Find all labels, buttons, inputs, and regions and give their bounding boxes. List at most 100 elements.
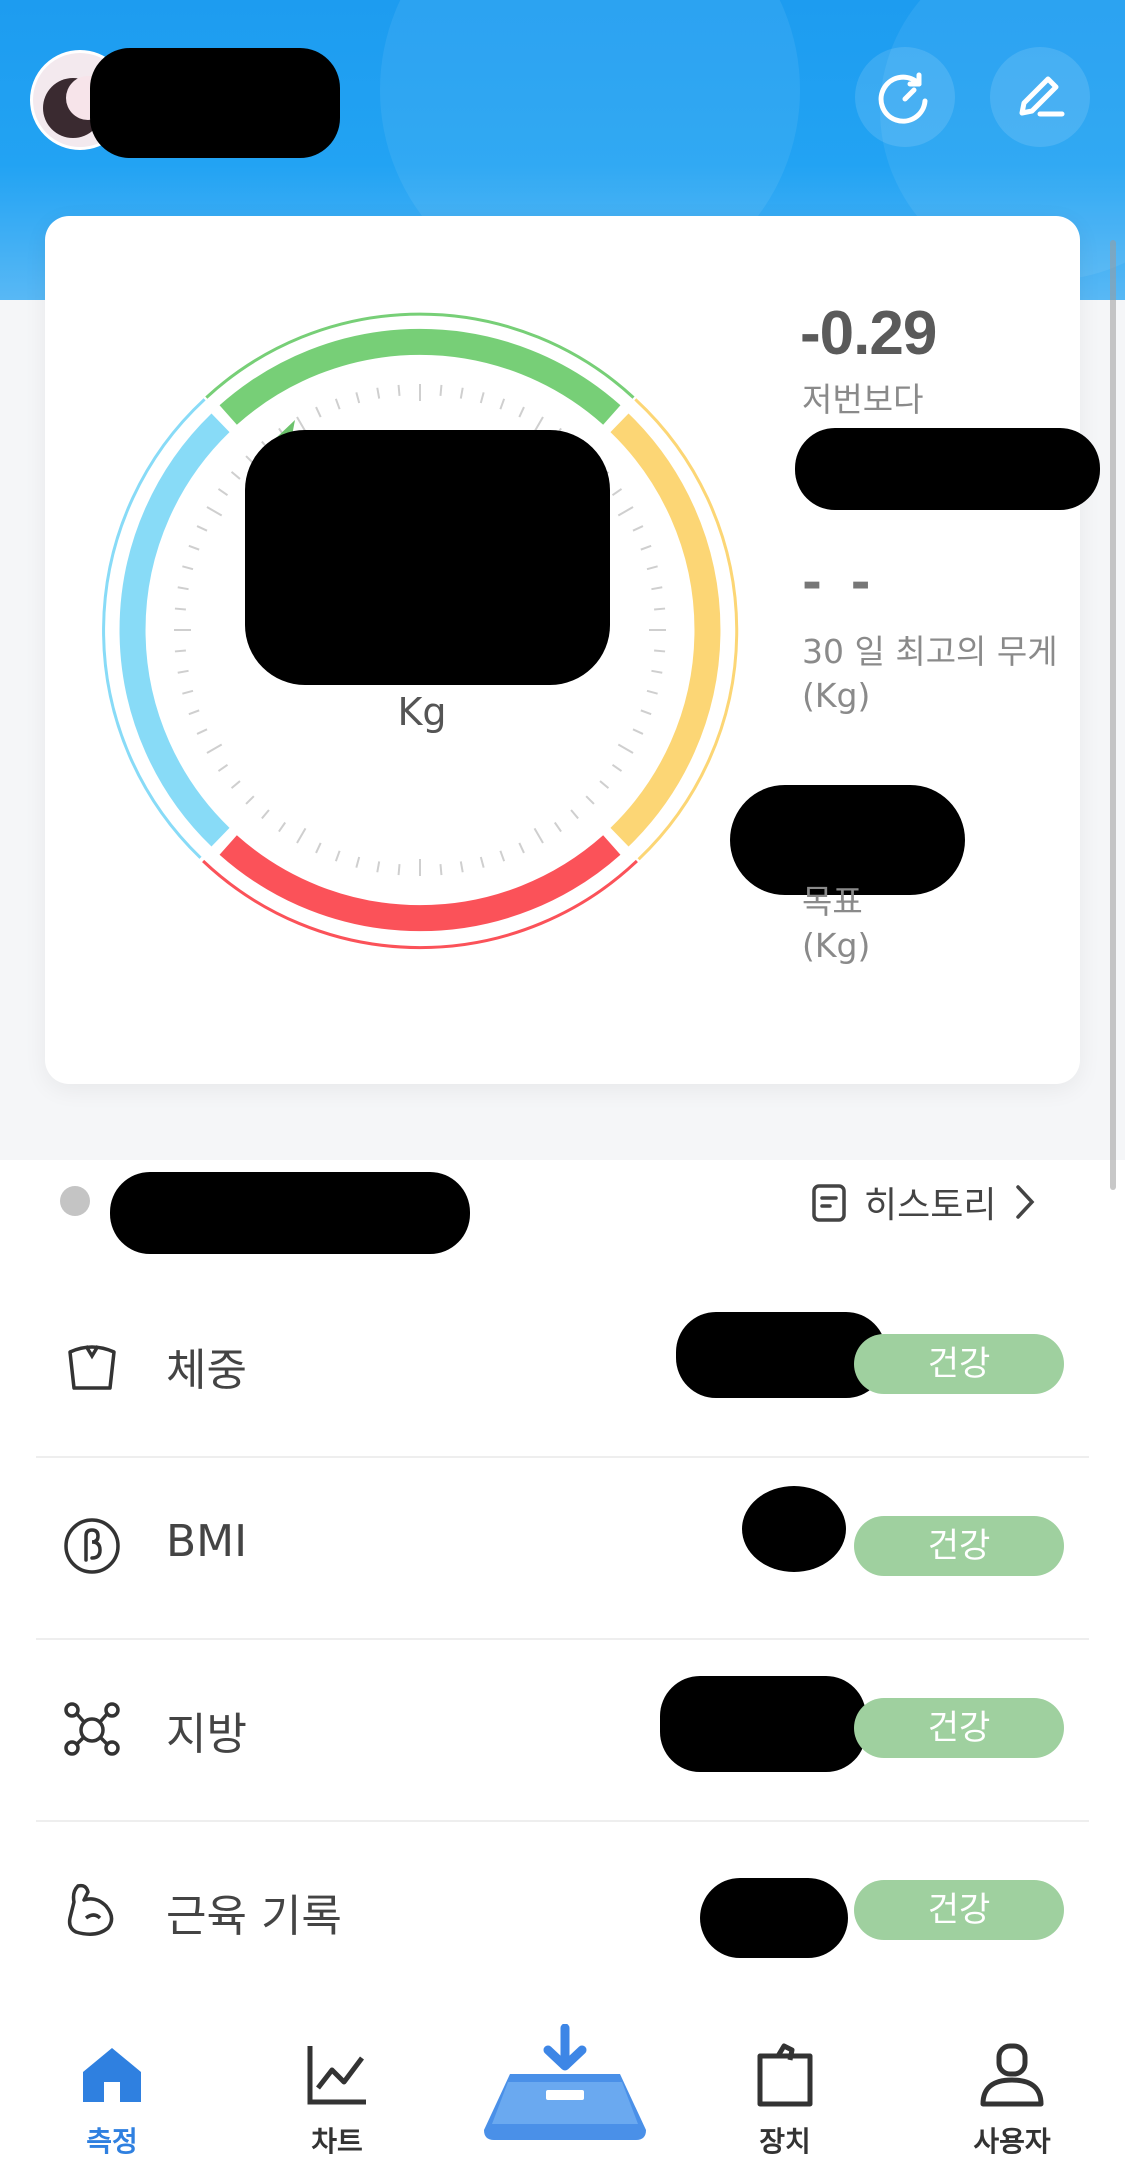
gauge-tick — [182, 565, 194, 571]
gauge-tick — [646, 689, 658, 695]
gauge-tick — [617, 506, 634, 517]
gauge-tick — [611, 763, 623, 772]
gauge-tick — [196, 728, 208, 735]
tab-label: 차트 — [311, 2125, 363, 2158]
edit-button[interactable] — [990, 47, 1090, 147]
gauge-tick — [654, 649, 666, 653]
tab-label: 측정 — [86, 2125, 138, 2158]
gauge-tick — [499, 850, 506, 862]
gauge-tick — [479, 392, 485, 404]
weight-bag-icon — [68, 1345, 116, 1390]
weight-value-redacted — [245, 430, 610, 685]
chart-icon — [307, 2046, 366, 2105]
metric-value-redacted — [700, 1878, 848, 1958]
best-weight-value: - - — [802, 555, 877, 611]
goal-label-line2: (Kg) — [802, 926, 871, 965]
gauge-tick — [182, 689, 194, 695]
gauge-tick — [640, 544, 652, 551]
edit-pencil-icon — [1019, 76, 1065, 117]
metric-label: BMI — [166, 1516, 248, 1567]
gauge-tick — [188, 544, 200, 551]
change-detail-redacted — [795, 428, 1100, 510]
goal-label-line1: 목표 — [802, 882, 863, 921]
status-badge: 건강 — [854, 1334, 1064, 1394]
tab-measure[interactable]: 측정 — [42, 2040, 182, 2160]
gauge-tick — [553, 821, 562, 833]
gauge-tick — [439, 384, 443, 396]
gauge-tick — [315, 406, 322, 418]
gauge-arc-green — [219, 328, 621, 425]
gauge-tick — [570, 809, 579, 820]
gauge-tick — [479, 856, 485, 868]
history-icon — [812, 1184, 846, 1222]
tab-chart[interactable]: 차트 — [267, 2040, 407, 2160]
tab-device[interactable]: 장치 — [715, 2040, 855, 2160]
scrollbar[interactable] — [1110, 240, 1116, 1190]
metric-row-bmi[interactable]: BMI 건강 — [36, 1456, 1089, 1640]
tab-user[interactable]: 사용자 — [942, 2040, 1082, 2160]
metric-row-weight[interactable]: 체중 건강 — [36, 1274, 1089, 1458]
gauge-tick — [459, 387, 464, 399]
scale-sync-button[interactable] — [480, 2024, 650, 2154]
gauge-tick — [355, 856, 361, 868]
gauge-tick — [611, 488, 623, 497]
status-badge: 건강 — [854, 1516, 1064, 1576]
gauge-tick — [646, 565, 658, 571]
gauge-tick — [174, 649, 186, 653]
gauge-tick — [599, 780, 610, 789]
weight-unit: Kg — [397, 690, 447, 734]
history-button[interactable]: 히스토리 — [810, 1174, 1040, 1230]
best-weight-label-line1: 30 일 최고의 무게 — [802, 632, 1058, 671]
gauge-tick — [296, 827, 307, 844]
gauge-tick — [206, 743, 223, 754]
status-badge: 건강 — [854, 1698, 1064, 1758]
best-weight-label: 30 일 최고의 무게 (Kg) — [802, 630, 1058, 718]
gauge-tick — [651, 586, 663, 591]
gauge-tick — [174, 607, 186, 611]
refresh-button[interactable] — [855, 47, 955, 147]
gauge-tick — [230, 780, 241, 789]
gauge-tick — [206, 506, 223, 517]
best-weight-label-line2: (Kg) — [802, 676, 871, 715]
gauge-tick — [397, 864, 401, 876]
tab-label: 장치 — [759, 2125, 811, 2158]
gauge-tick — [188, 709, 200, 716]
metric-row-fat[interactable]: 지방 건강 — [36, 1638, 1089, 1822]
gauge-tick — [334, 850, 341, 862]
gauge-tick — [533, 827, 544, 844]
change-label: 저번보다 — [802, 380, 924, 419]
gauge-tick — [617, 743, 634, 754]
bmi-icon — [64, 1518, 120, 1574]
scale-download-icon — [484, 2024, 646, 2140]
fat-molecule-icon — [64, 1702, 120, 1756]
home-icon — [83, 2048, 141, 2102]
gauge-tick — [230, 471, 241, 480]
gauge-tick — [499, 398, 506, 410]
gauge-tick — [459, 861, 464, 873]
gauge-tick — [518, 406, 525, 418]
gauge-tick — [632, 728, 644, 735]
user-icon — [980, 2043, 1044, 2107]
gauge-tick — [334, 398, 341, 410]
goal-label: 목표 (Kg) — [802, 880, 870, 968]
metric-row-muscle[interactable]: 근육 기록 건강 — [36, 1820, 1089, 2004]
metric-value-redacted — [660, 1676, 866, 1772]
gauge-tick — [177, 586, 189, 591]
gauge-tick — [177, 669, 189, 674]
metric-value-redacted — [742, 1486, 846, 1572]
gauge-tick — [585, 795, 595, 805]
gauge-tick — [439, 864, 443, 876]
gauge-tick — [278, 821, 287, 833]
gauge-tick — [355, 392, 361, 404]
measurement-meta-row: 히스토리 — [0, 1160, 1125, 1254]
refresh-icon — [878, 72, 928, 124]
gauge-tick — [376, 387, 381, 399]
gauge-tick — [196, 525, 208, 532]
gauge-tick — [217, 488, 229, 497]
history-label: 히스토리 — [864, 1185, 997, 1226]
goal-value-redacted — [730, 785, 965, 895]
metric-label: 지방 — [166, 1709, 247, 1760]
muscle-arm-icon — [67, 1883, 114, 1936]
gauge-tick — [315, 842, 322, 854]
gauge-tick — [640, 709, 652, 716]
